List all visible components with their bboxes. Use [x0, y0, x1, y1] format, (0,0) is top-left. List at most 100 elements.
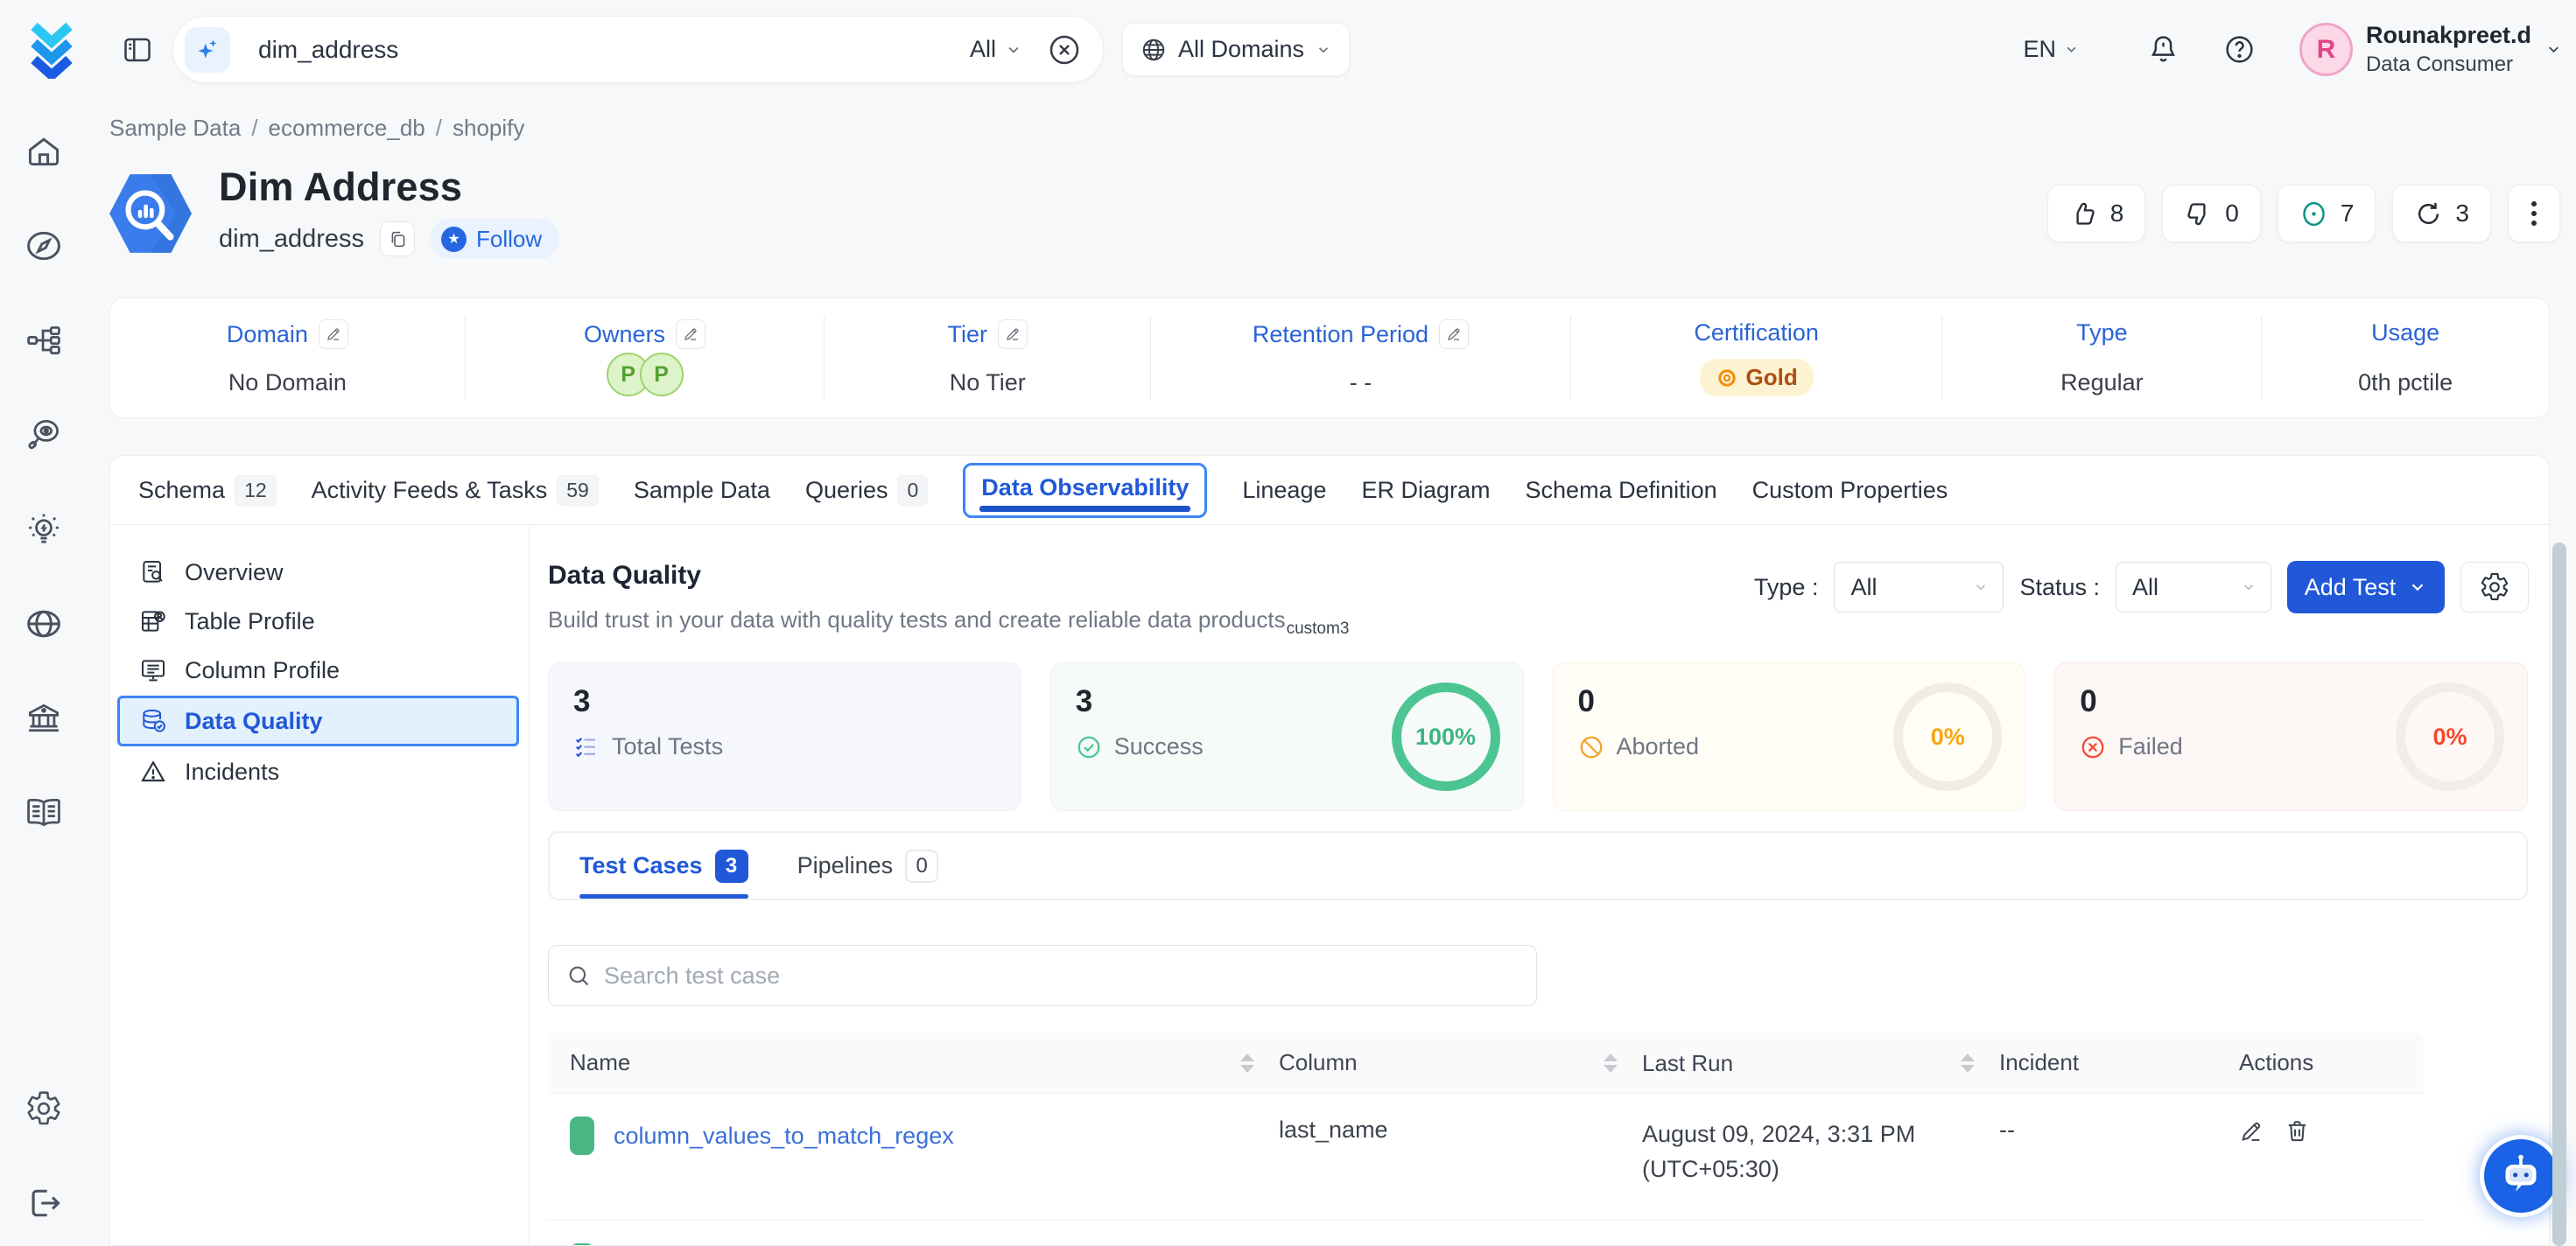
aborted-percentage-ring: 0% [1893, 682, 2002, 791]
page-title: Dim Address [219, 164, 559, 210]
tab-er-diagram[interactable]: ER Diagram [1361, 477, 1490, 504]
settings-gear-icon[interactable] [25, 1089, 63, 1128]
owner-avatars[interactable]: P P [607, 353, 684, 396]
success-tests-card: 3 Success 100% [1050, 662, 1524, 811]
status-filter-select[interactable]: All [2116, 562, 2271, 612]
sort-icon[interactable] [1961, 1054, 1975, 1073]
user-info[interactable]: Rounakpreet.d Data Consumer [2366, 22, 2531, 77]
add-test-button[interactable]: Add Test [2287, 561, 2445, 613]
thumbs-up-icon [2069, 200, 2098, 228]
ai-sparkle-icon [185, 27, 230, 73]
app-logo-icon[interactable] [24, 21, 80, 79]
global-search-bar[interactable]: dim_address All [172, 16, 1104, 83]
upvote-button[interactable]: 8 [2047, 185, 2146, 242]
governance-bank-icon[interactable] [25, 699, 63, 738]
tab-lineage[interactable]: Lineage [1242, 477, 1326, 504]
search-scope-dropdown[interactable]: All [970, 36, 1022, 63]
home-icon[interactable] [25, 132, 63, 171]
logout-icon[interactable] [25, 1184, 63, 1222]
type-filter-select[interactable]: All [1834, 562, 2004, 612]
test-settings-gear-icon[interactable] [2460, 562, 2529, 612]
versions-button[interactable]: 3 [2392, 185, 2491, 242]
tab-test-cases[interactable]: Test Cases 3 [579, 833, 748, 899]
info-domain: Domain No Domain [110, 316, 466, 400]
sort-icon[interactable] [1604, 1054, 1618, 1073]
domain-selector-button[interactable]: All Domains [1122, 23, 1350, 76]
success-check-icon [1076, 734, 1102, 760]
entity-name: dim_address [219, 225, 364, 254]
downvote-button[interactable]: 0 [2162, 185, 2261, 242]
failed-x-icon [2080, 734, 2106, 760]
domains-globe-icon[interactable] [25, 605, 63, 643]
breadcrumb-item[interactable]: ecommerce_db [269, 115, 425, 142]
sidebar-toggle-icon[interactable] [122, 34, 153, 66]
tab-schema-definition[interactable]: Schema Definition [1526, 477, 1717, 504]
vertical-scrollbar[interactable] [2552, 542, 2566, 1246]
app-root: dim_address All All Domains EN [0, 0, 2576, 1246]
info-usage: Usage 0th pctile [2262, 316, 2549, 400]
edit-icon[interactable] [676, 319, 705, 349]
sort-icon[interactable] [1240, 1054, 1254, 1073]
observability-icon[interactable] [25, 416, 63, 454]
failed-tests-card: 0 Failed 0% [2054, 662, 2528, 811]
explore-compass-icon[interactable] [25, 227, 63, 265]
subtitle-suffix: custom3 [1287, 620, 1350, 638]
submenu-column-profile[interactable]: Column Profile [117, 647, 519, 694]
tab-schema[interactable]: Schema12 [138, 475, 277, 506]
edit-icon[interactable] [998, 319, 1028, 349]
submenu-incidents[interactable]: Incidents [117, 748, 519, 795]
notifications-bell-icon[interactable] [2147, 33, 2179, 66]
tab-custom-properties[interactable]: Custom Properties [1752, 477, 1948, 504]
test-case-link[interactable]: column_values_to_match_regex [614, 1123, 954, 1150]
top-bar: dim_address All All Domains EN [0, 0, 2576, 99]
table-profile-icon [139, 607, 167, 635]
submenu-data-quality[interactable]: Data Quality [117, 696, 519, 746]
test-status-success-indicator [570, 1116, 594, 1155]
breadcrumb: Sample Data / ecommerce_db / shopify [109, 115, 524, 142]
lineage-icon[interactable] [25, 321, 63, 360]
edit-icon[interactable] [319, 319, 348, 349]
copy-icon[interactable] [380, 221, 415, 256]
chatbot-button[interactable] [2480, 1135, 2562, 1217]
search-input[interactable]: dim_address [258, 36, 970, 64]
info-certification: Certification Gold [1571, 316, 1943, 400]
submenu-table-profile[interactable]: Table Profile [117, 598, 519, 645]
submenu-overview[interactable]: Overview [117, 549, 519, 596]
search-clear-icon[interactable] [1047, 32, 1082, 67]
follow-button[interactable]: ★ Follow [431, 219, 559, 259]
tab-data-observability[interactable]: Data Observability [963, 463, 1207, 518]
language-selector[interactable]: EN [2023, 36, 2079, 63]
test-case-table: Name Column Last Run Incident Actions co… [548, 1032, 2424, 1246]
views-button[interactable]: 7 [2278, 185, 2376, 242]
user-role: Data Consumer [2366, 52, 2531, 77]
breadcrumb-item[interactable]: shopify [453, 115, 524, 142]
observability-submenu: Overview Table Profile Column Profile Da… [110, 526, 530, 1245]
more-options-button[interactable] [2508, 185, 2560, 242]
tab-activity-feeds[interactable]: Activity Feeds & Tasks59 [312, 475, 599, 506]
test-case-search[interactable] [548, 945, 1537, 1006]
delete-test-icon[interactable] [2285, 1118, 2310, 1144]
test-case-search-input[interactable] [604, 962, 1520, 990]
edit-test-icon[interactable] [2239, 1118, 2264, 1144]
glossary-book-icon[interactable] [25, 794, 63, 832]
user-menu-chevron-icon[interactable] [2545, 41, 2562, 58]
insights-bulb-icon[interactable] [25, 510, 63, 549]
edit-icon[interactable] [1439, 319, 1469, 349]
help-icon[interactable] [2223, 33, 2256, 66]
star-icon: ★ [441, 227, 467, 252]
search-icon [566, 963, 591, 988]
test-summary-cards: 3 Total Tests 3 Success 100% [548, 662, 2528, 811]
tab-pipelines[interactable]: Pipelines 0 [797, 833, 939, 899]
tab-sample-data[interactable]: Sample Data [634, 477, 770, 504]
type-filter-label: Type : [1754, 574, 1819, 601]
info-type: Type Regular [1942, 316, 2262, 400]
user-avatar[interactable]: R [2299, 23, 2353, 76]
robot-icon [2496, 1152, 2545, 1200]
entity-stat-buttons: 8 0 7 3 [2047, 185, 2560, 242]
failed-percentage-ring: 0% [2396, 682, 2504, 791]
views-icon [2299, 200, 2328, 228]
info-owners: Owners P P [466, 316, 825, 400]
breadcrumb-item[interactable]: Sample Data [109, 115, 241, 142]
tab-queries[interactable]: Queries0 [805, 475, 928, 506]
aborted-tests-card: 0 Aborted 0% [1553, 662, 2026, 811]
